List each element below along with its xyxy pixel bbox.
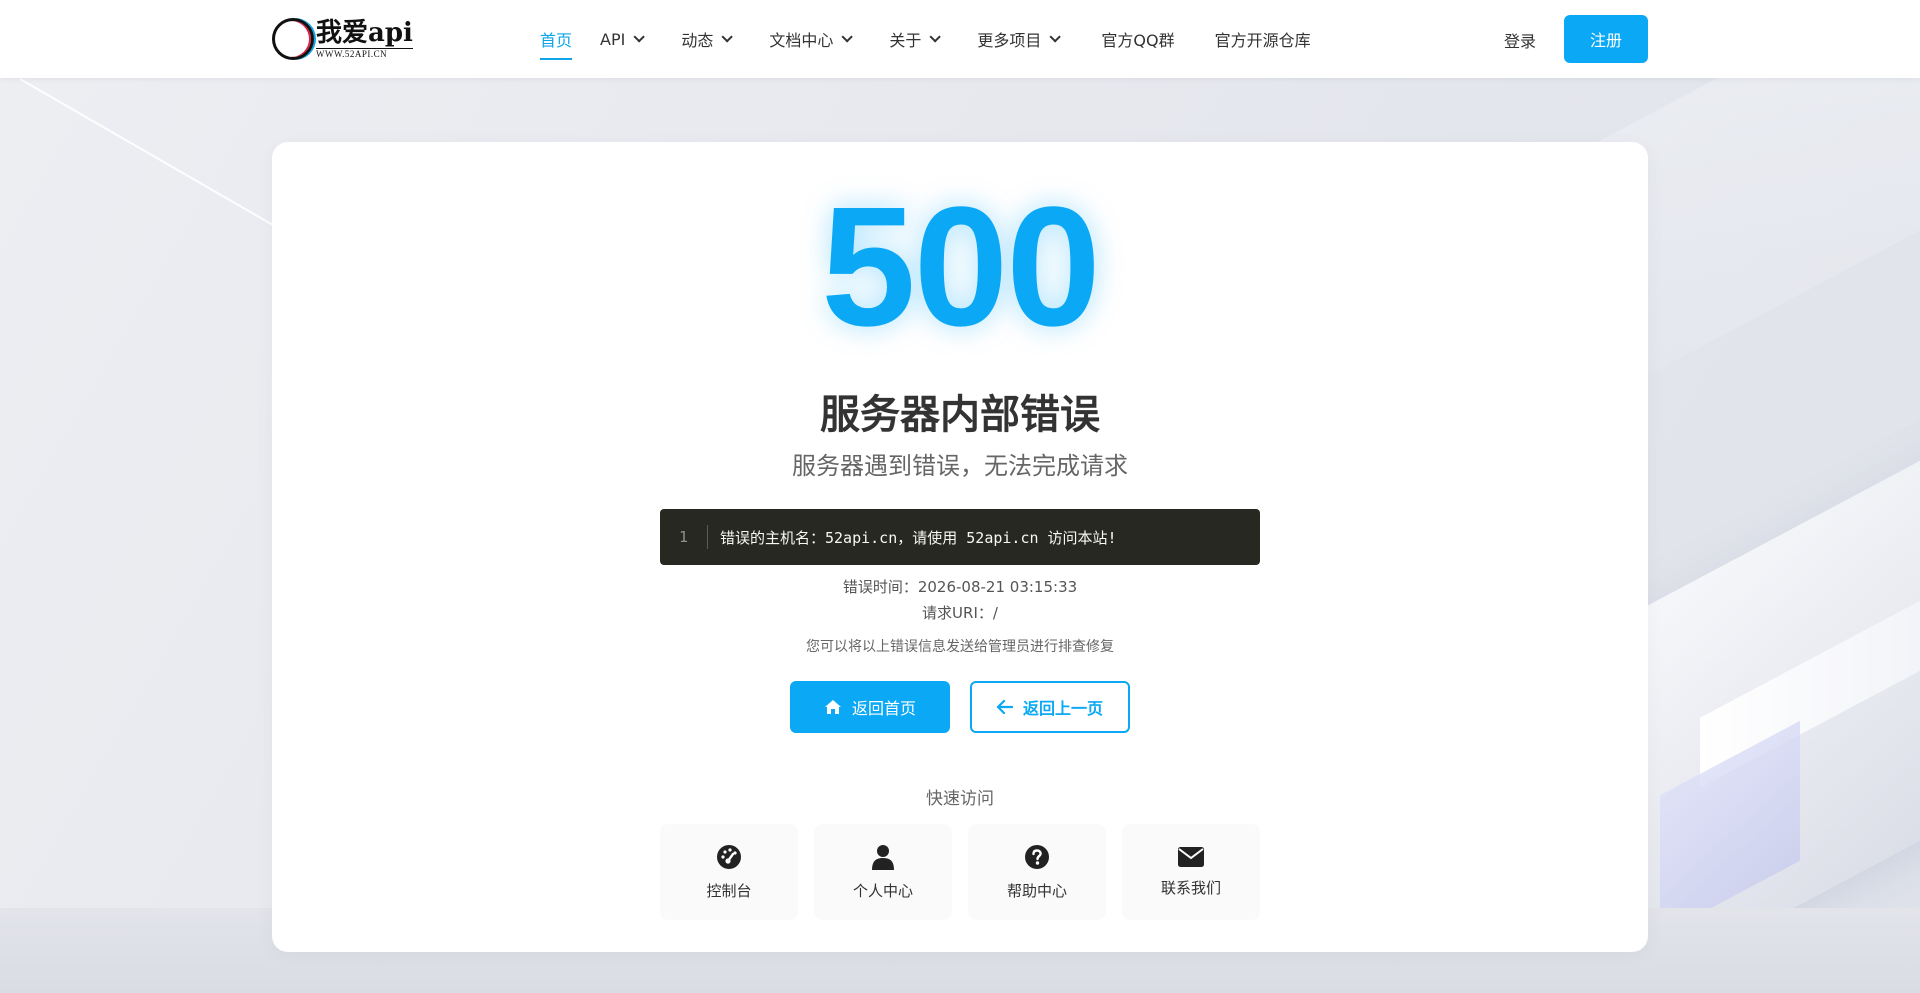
logo-sub-text: WWW.52API.CN bbox=[316, 47, 413, 59]
home-icon bbox=[824, 700, 841, 714]
chevron-down-icon bbox=[841, 31, 854, 43]
nav-item-open-source[interactable]: 官方开源仓库 bbox=[1215, 0, 1311, 78]
quick-item-label: 控制台 bbox=[706, 881, 752, 900]
error-hint: 您可以将以上错误信息发送给管理员进行排查修复 bbox=[806, 639, 1114, 655]
quick-item-dashboard[interactable]: 控制台 bbox=[660, 824, 798, 920]
nav-label: 关于 bbox=[889, 31, 922, 50]
quick-access-title: 快速访问 bbox=[926, 789, 994, 809]
error-title: 服务器内部错误 bbox=[820, 392, 1100, 438]
quick-access-list: 控制台 个人中心 帮助中心 联系我们 bbox=[660, 824, 1260, 920]
question-circle-icon bbox=[1025, 844, 1049, 869]
nav-item-home[interactable]: 首页 bbox=[540, 0, 573, 78]
main-nav: 首页 API 动态 文档中心 关于 更多项目 官方QQ群 官方开源仓库 bbox=[540, 0, 1311, 78]
nav-item-api[interactable]: API bbox=[600, 0, 646, 78]
back-home-button[interactable]: 返回首页 bbox=[790, 681, 950, 733]
background-line bbox=[19, 78, 298, 240]
nav-label: 首页 bbox=[540, 31, 573, 50]
dashboard-icon bbox=[717, 844, 741, 869]
error-code: 500 bbox=[821, 172, 1101, 362]
arrow-left-icon bbox=[996, 700, 1013, 714]
nav-label: 官方开源仓库 bbox=[1214, 31, 1311, 50]
code-line-text: 错误的主机名：52api.cn，请使用 52api.cn 访问本站! bbox=[720, 528, 1117, 547]
site-logo[interactable]: 我爱api WWW.52API.CN bbox=[272, 16, 432, 62]
logo-text: 我爱api WWW.52API.CN bbox=[316, 20, 413, 59]
quick-item-contact[interactable]: 联系我们 bbox=[1122, 824, 1260, 920]
nav-label: API bbox=[600, 29, 626, 49]
nav-label: 官方QQ群 bbox=[1101, 31, 1175, 50]
register-button[interactable]: 注册 bbox=[1564, 15, 1648, 63]
chevron-down-icon bbox=[721, 31, 734, 43]
back-home-label: 返回首页 bbox=[851, 699, 916, 718]
nav-item-more-projects[interactable]: 更多项目 bbox=[977, 0, 1062, 78]
logo-ring-icon bbox=[272, 18, 314, 60]
envelope-icon bbox=[1178, 846, 1204, 867]
error-time: 错误时间：2026-08-21 03:15:33 bbox=[842, 578, 1078, 596]
quick-item-profile[interactable]: 个人中心 bbox=[814, 824, 952, 920]
nav-item-about[interactable]: 关于 bbox=[889, 0, 942, 78]
error-code-block: 1 错误的主机名：52api.cn，请使用 52api.cn 访问本站! bbox=[660, 509, 1260, 565]
nav-label: 文档中心 bbox=[769, 31, 834, 50]
nav-label: 更多项目 bbox=[977, 31, 1042, 50]
nav-item-docs[interactable]: 文档中心 bbox=[769, 0, 854, 78]
request-uri: 请求URI：/ bbox=[922, 604, 998, 622]
login-link[interactable]: 登录 bbox=[1504, 28, 1536, 52]
quick-item-help[interactable]: 帮助中心 bbox=[968, 824, 1106, 920]
quick-item-label: 个人中心 bbox=[852, 881, 913, 900]
code-line-number: 1 bbox=[660, 525, 708, 549]
nav-item-news[interactable]: 动态 bbox=[681, 0, 734, 78]
chevron-down-icon bbox=[1049, 31, 1062, 43]
quick-item-label: 联系我们 bbox=[1160, 878, 1221, 897]
logo-main-text: 我爱api bbox=[316, 17, 413, 48]
chevron-down-icon bbox=[633, 31, 646, 43]
nav-label: 动态 bbox=[681, 31, 714, 50]
user-icon bbox=[872, 844, 894, 870]
nav-item-qq-group[interactable]: 官方QQ群 bbox=[1101, 0, 1174, 78]
go-back-label: 返回上一页 bbox=[1022, 699, 1103, 718]
error-card: 500 服务器内部错误 服务器遇到错误，无法完成请求 1 错误的主机名：52ap… bbox=[272, 142, 1648, 952]
error-subtitle: 服务器遇到错误，无法完成请求 bbox=[792, 452, 1128, 480]
chevron-down-icon bbox=[929, 31, 942, 43]
site-header: 我爱api WWW.52API.CN 首页 API 动态 文档中心 关于 更多项… bbox=[0, 0, 1920, 78]
quick-item-label: 帮助中心 bbox=[1006, 881, 1067, 900]
go-back-button[interactable]: 返回上一页 bbox=[970, 681, 1130, 733]
